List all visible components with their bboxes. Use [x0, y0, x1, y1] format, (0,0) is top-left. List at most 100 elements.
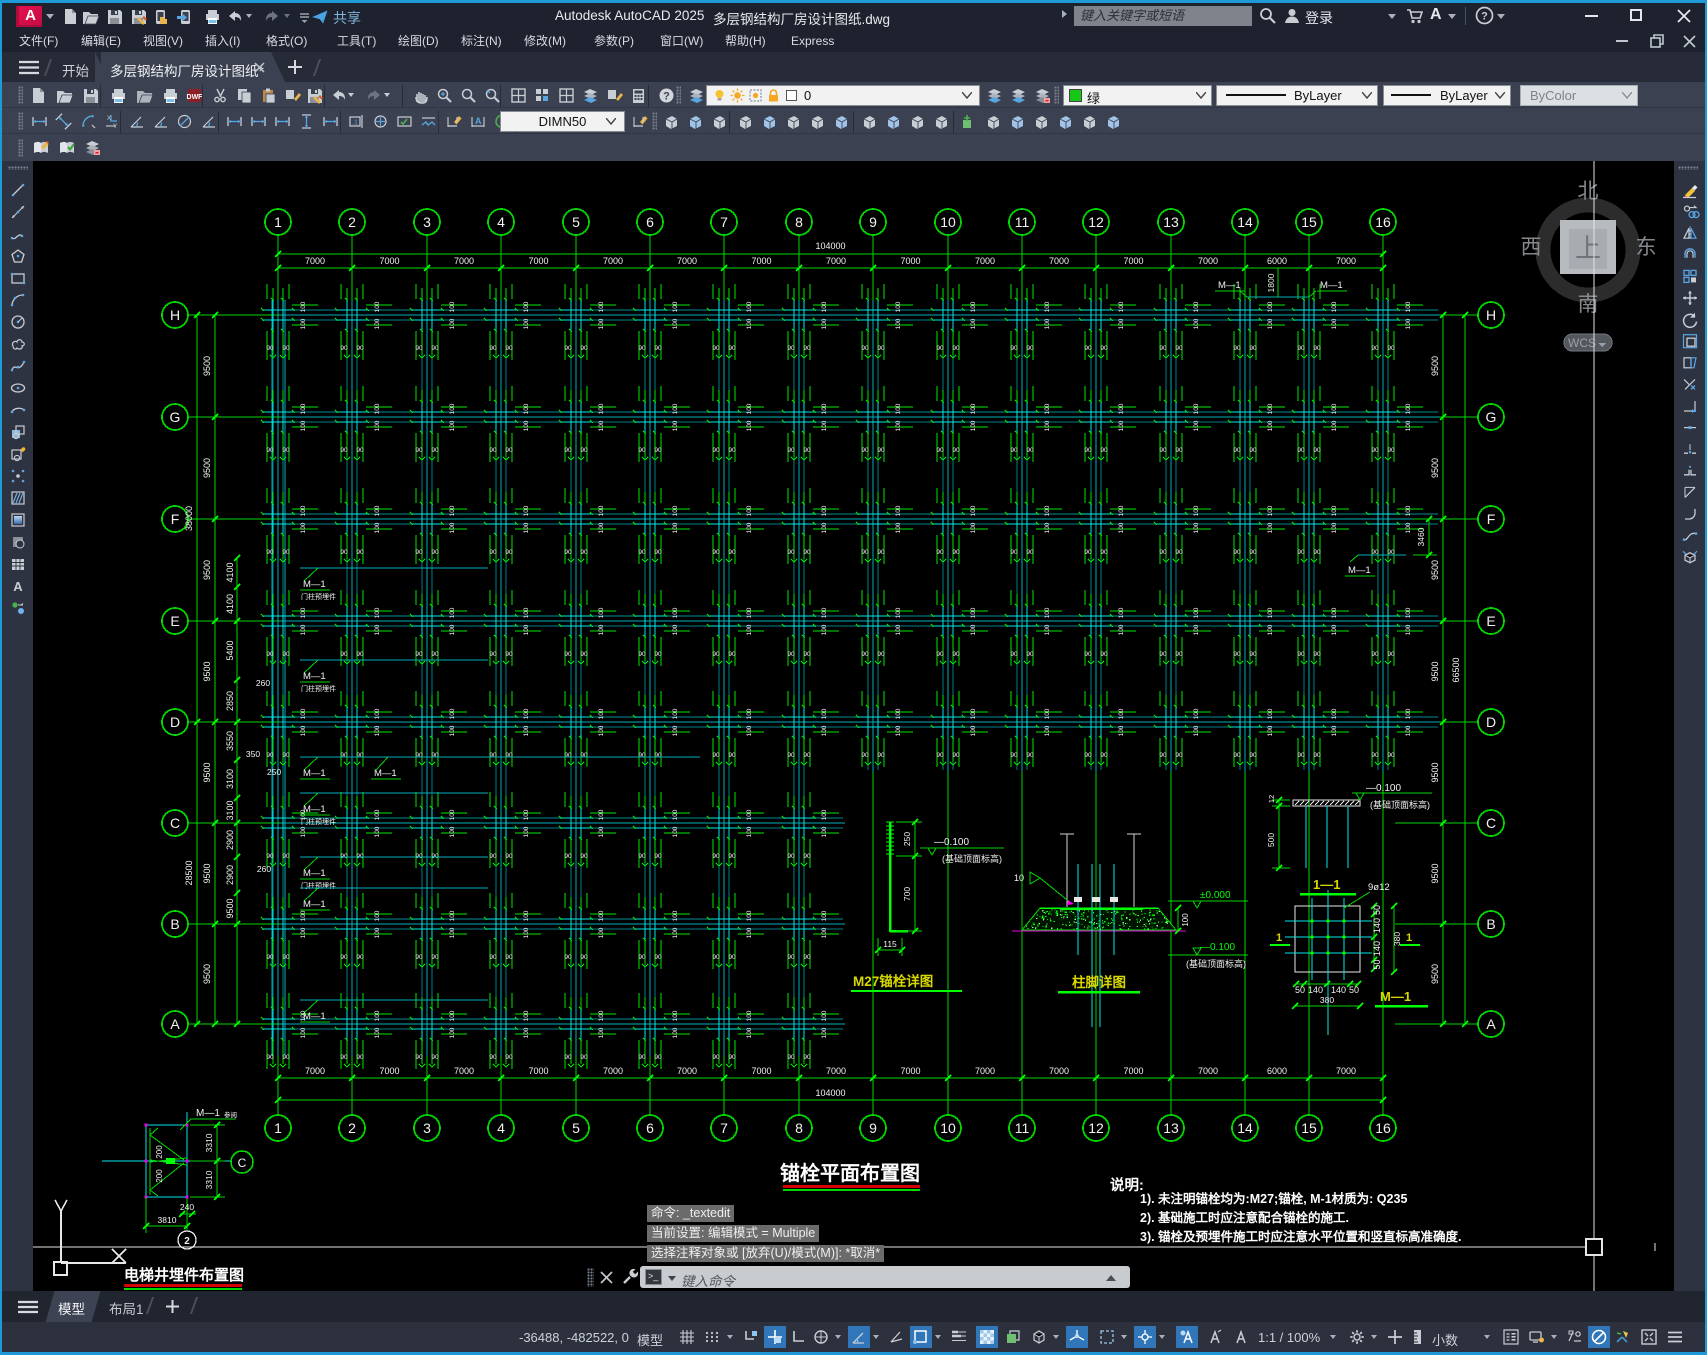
svg-text:104000: 104000	[815, 241, 845, 251]
svg-text:7000: 7000	[603, 256, 623, 266]
svg-text:7000: 7000	[900, 256, 920, 266]
svg-text:.1: .1	[352, 120, 358, 127]
svg-text:6000: 6000	[1267, 256, 1287, 266]
svg-text:—0.100: —0.100	[1200, 942, 1235, 953]
svg-text:东: 东	[1636, 236, 1657, 259]
svg-text:260: 260	[256, 678, 270, 688]
svg-text:WCS: WCS	[1568, 336, 1596, 350]
svg-text:A: A	[475, 116, 482, 126]
svg-text:9ø12: 9ø12	[1368, 882, 1390, 893]
svg-text:140: 140	[1372, 941, 1382, 956]
svg-text:3460: 3460	[1416, 527, 1426, 546]
svg-text:15: 15	[1301, 214, 1317, 230]
svg-text:104000: 104000	[815, 1088, 845, 1098]
svg-text:E: E	[170, 613, 179, 629]
svg-text:66500: 66500	[1451, 657, 1461, 682]
svg-text:3310: 3310	[204, 1170, 214, 1189]
svg-text:3550: 3550	[225, 731, 235, 751]
svg-text:50: 50	[1295, 985, 1305, 995]
svg-text:28500: 28500	[184, 860, 194, 885]
svg-text:7000: 7000	[305, 256, 325, 266]
svg-text:12: 12	[1088, 214, 1104, 230]
svg-text:±0.000: ±0.000	[1200, 890, 1231, 901]
svg-text:3810: 3810	[158, 1215, 177, 1225]
svg-text:9500: 9500	[1430, 964, 1440, 984]
svg-text:9500: 9500	[1430, 863, 1440, 883]
svg-text:7: 7	[720, 1120, 728, 1136]
svg-text:A: A	[170, 1016, 180, 1032]
svg-text:柱脚详图: 柱脚详图	[1072, 974, 1126, 990]
svg-text:参阅: 参阅	[224, 1110, 237, 1119]
svg-text:9500: 9500	[1430, 661, 1440, 681]
svg-text:13: 13	[1163, 214, 1179, 230]
svg-text:1—1: 1—1	[1313, 877, 1340, 892]
svg-text:B: B	[170, 916, 179, 932]
svg-text:3310: 3310	[204, 1133, 214, 1152]
svg-text:13: 13	[1163, 1120, 1179, 1136]
svg-text:7000: 7000	[677, 256, 697, 266]
svg-text:7000: 7000	[1123, 1066, 1143, 1076]
svg-text:5: 5	[572, 214, 580, 230]
svg-text:240: 240	[180, 1202, 194, 1212]
svg-text:15: 15	[1301, 1120, 1317, 1136]
svg-text:140: 140	[1372, 918, 1382, 933]
svg-text:M—1: M—1	[1348, 565, 1371, 576]
svg-text:M27锚栓详图: M27锚栓详图	[853, 973, 933, 989]
svg-text:500: 500	[1266, 833, 1276, 847]
svg-text:12: 12	[1267, 795, 1276, 803]
svg-text:200: 200	[155, 1145, 164, 1159]
svg-text:11: 11	[1015, 1120, 1030, 1136]
svg-text:115: 115	[883, 939, 897, 949]
svg-text:A: A	[13, 579, 23, 594]
svg-text:1: 1	[274, 214, 282, 230]
svg-text:7000: 7000	[1198, 256, 1218, 266]
svg-text:(基础顶面标高): (基础顶面标高)	[942, 853, 1002, 864]
svg-text:M—1: M—1	[374, 768, 397, 779]
svg-text:B: B	[1486, 916, 1495, 932]
svg-text:7000: 7000	[751, 1066, 771, 1076]
svg-text:7000: 7000	[677, 1066, 697, 1076]
svg-text:1: 1	[1406, 932, 1412, 944]
svg-text:F: F	[171, 511, 180, 527]
svg-text:12: 12	[1088, 1120, 1104, 1136]
svg-text:门柱预埋件: 门柱预埋件	[301, 817, 336, 826]
svg-text:50: 50	[1372, 905, 1382, 915]
svg-text:7000: 7000	[1336, 256, 1356, 266]
svg-text:7000: 7000	[528, 1066, 548, 1076]
svg-text:D: D	[170, 714, 180, 730]
svg-text:6000: 6000	[1267, 1066, 1287, 1076]
svg-text:南: 南	[1578, 293, 1599, 316]
svg-text:260: 260	[257, 864, 271, 874]
svg-text:9500: 9500	[202, 661, 212, 681]
svg-text:M—1: M—1	[303, 804, 326, 815]
svg-text:9500: 9500	[202, 356, 212, 376]
svg-text:7000: 7000	[379, 256, 399, 266]
svg-text:9500: 9500	[1430, 762, 1440, 782]
svg-text:2: 2	[184, 1236, 190, 1247]
svg-text:F: F	[1487, 511, 1496, 527]
svg-text:7000: 7000	[379, 1066, 399, 1076]
svg-text:M—1: M—1	[1320, 280, 1343, 291]
svg-text:?: ?	[663, 91, 670, 103]
svg-text:西: 西	[1521, 236, 1542, 259]
svg-text:7000: 7000	[751, 256, 771, 266]
svg-text:(基础顶面标高): (基础顶面标高)	[1186, 958, 1246, 969]
svg-text:E: E	[1486, 613, 1495, 629]
svg-text:M—1: M—1	[196, 1108, 220, 1119]
svg-text:7000: 7000	[305, 1066, 325, 1076]
svg-text:7000: 7000	[454, 256, 474, 266]
svg-text:(基础顶面标高): (基础顶面标高)	[1370, 799, 1430, 810]
svg-text:7000: 7000	[900, 1066, 920, 1076]
svg-text:50: 50	[1349, 985, 1359, 995]
svg-text:7000: 7000	[603, 1066, 623, 1076]
svg-text:14: 14	[1237, 1120, 1253, 1136]
svg-text:250: 250	[267, 767, 281, 777]
svg-text:说明:: 说明:	[1110, 1176, 1144, 1194]
svg-text:1: 1	[274, 1120, 282, 1136]
svg-text:9500: 9500	[1430, 356, 1440, 376]
svg-text:11: 11	[1015, 214, 1030, 230]
svg-text:9500: 9500	[202, 762, 212, 782]
svg-text:7000: 7000	[1198, 1066, 1218, 1076]
svg-text:140: 140	[1308, 985, 1323, 995]
svg-text:4: 4	[497, 1120, 505, 1136]
